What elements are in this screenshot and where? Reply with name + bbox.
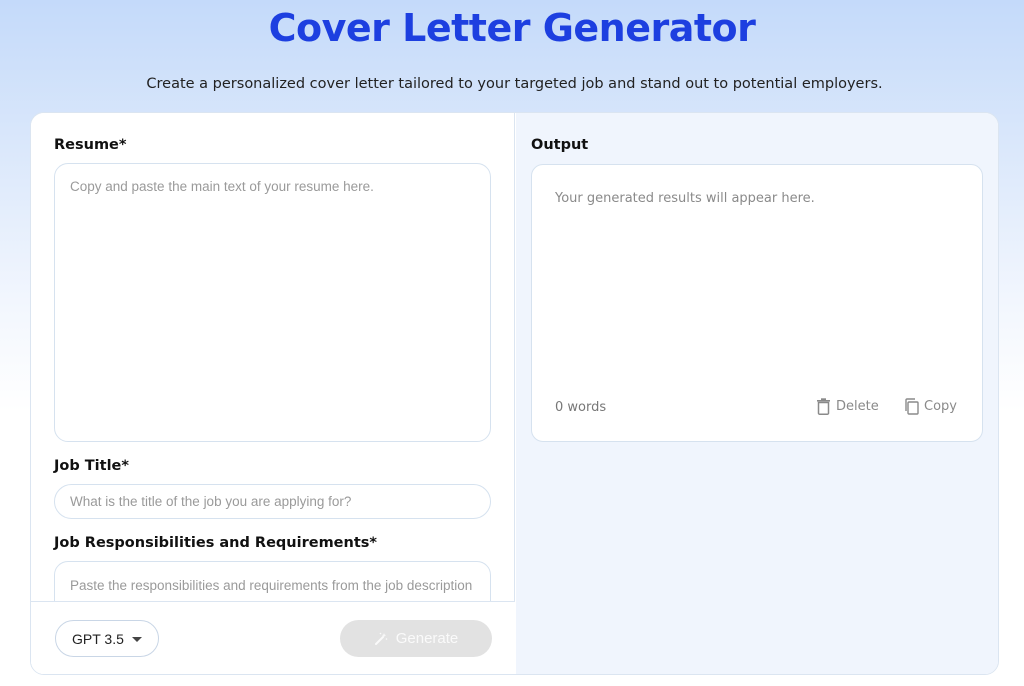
input-panel: Resume* Job Title* Job Responsibilities … — [31, 113, 515, 674]
generator-card: Resume* Job Title* Job Responsibilities … — [30, 112, 999, 675]
responsibilities-textarea[interactable] — [54, 561, 491, 601]
copy-icon — [905, 398, 919, 415]
form-footer: GPT 3.5 Generate — [31, 601, 515, 674]
magic-wand-icon — [374, 632, 388, 645]
page-subtitle: Create a personalized cover letter tailo… — [146, 76, 883, 92]
output-label: Output — [531, 137, 589, 153]
input-scroll-area[interactable]: Resume* Job Title* Job Responsibilities … — [31, 113, 515, 601]
delete-label: Delete — [836, 399, 879, 414]
caret-down-icon — [132, 637, 142, 642]
page-title: Cover Letter Generator — [268, 6, 756, 50]
job-title-label: Job Title* — [54, 458, 129, 474]
output-panel: Output Your generated results will appea… — [516, 113, 998, 674]
output-box[interactable]: Your generated results will appear here.… — [531, 164, 983, 442]
model-select[interactable]: GPT 3.5 — [55, 620, 159, 657]
copy-button[interactable]: Copy — [904, 398, 957, 415]
generate-button[interactable]: Generate — [340, 620, 492, 657]
trash-icon — [817, 398, 830, 415]
responsibilities-label: Job Responsibilities and Requirements* — [54, 535, 377, 551]
copy-label: Copy — [924, 399, 957, 414]
output-placeholder: Your generated results will appear here. — [555, 191, 815, 206]
job-title-input[interactable] — [54, 484, 491, 519]
resume-textarea[interactable] — [54, 163, 491, 442]
generate-label: Generate — [395, 630, 459, 647]
model-select-value: GPT 3.5 — [72, 630, 124, 647]
word-count: 0 words — [555, 400, 607, 415]
delete-button[interactable]: Delete — [816, 398, 879, 415]
resume-label: Resume* — [54, 137, 127, 153]
